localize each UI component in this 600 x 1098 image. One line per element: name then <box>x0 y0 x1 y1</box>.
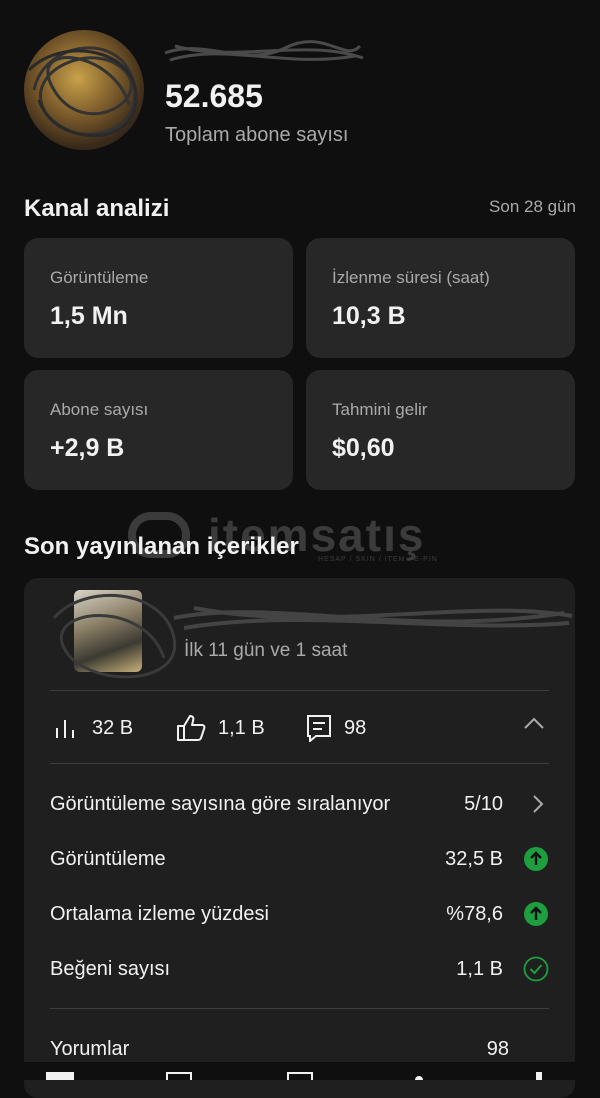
comments-stat: 98 <box>306 713 366 743</box>
arrow-up-circle-icon <box>524 902 548 926</box>
card-subscribers[interactable]: Abone sayısı +2,9 B <box>24 370 293 490</box>
card-value: $0,60 <box>332 434 395 462</box>
divider <box>50 1008 549 1009</box>
row-value: 98 <box>486 1038 509 1060</box>
analytics-period[interactable]: Son 28 gün <box>489 197 576 217</box>
recent-title: Son yayınlanan içerikler <box>24 533 299 560</box>
thumbs-up-icon <box>177 715 206 741</box>
content-icon[interactable] <box>166 1072 192 1080</box>
sort-row[interactable]: Görüntüleme sayısına göre sıralanıyor 5/… <box>50 793 549 823</box>
metric-row-likes: Beğeni sayısı 1,1 B <box>50 956 549 988</box>
row-label: Yorumlar <box>50 1038 130 1060</box>
channel-name <box>165 38 365 68</box>
row-value: 5/10 <box>464 793 503 815</box>
chevron-up-icon <box>524 717 544 729</box>
comments-nav-icon[interactable] <box>415 1076 423 1080</box>
channel-avatar[interactable] <box>24 30 144 150</box>
analytics-title: Kanal analizi <box>24 195 170 222</box>
views-value: 32 B <box>92 716 134 739</box>
row-value: %78,6 <box>446 903 503 925</box>
card-label: Abone sayısı <box>50 400 149 419</box>
scribble-overlay <box>27 46 138 138</box>
comment-icon <box>307 715 331 742</box>
watermark-subtext: HESAP / SKIN / ITEM / E-PIN <box>318 556 438 563</box>
divider <box>50 690 549 691</box>
card-value: 10,3 B <box>332 302 406 330</box>
bottom-navigation <box>0 1062 600 1080</box>
row-label: Görüntüleme <box>50 848 166 870</box>
row-label: Ortalama izleme yüzdesi <box>50 903 269 925</box>
subscriber-count: 52.685 <box>165 78 263 114</box>
analytics-icon[interactable] <box>287 1072 313 1080</box>
row-value: 1,1 B <box>456 958 503 980</box>
video-time-range: İlk 11 gün ve 1 saat <box>184 640 348 661</box>
recent-video-card: İlk 11 gün ve 1 saat 32 B 1,1 B 98 Görün… <box>24 578 575 1098</box>
card-watch-time[interactable]: İzlenme süresi (saat) 10,3 B <box>306 238 575 358</box>
likes-value: 1,1 B <box>218 716 265 739</box>
likes-stat: 1,1 B <box>176 713 265 743</box>
card-views[interactable]: Görüntüleme 1,5 Mn <box>24 238 293 358</box>
card-value: 1,5 Mn <box>50 302 128 330</box>
dashboard-icon[interactable] <box>46 1072 74 1080</box>
arrow-up-circle-icon <box>524 847 548 871</box>
bar-chart-icon <box>56 720 74 738</box>
redaction-scribble <box>165 40 364 62</box>
channel-header: 52.685 Toplam abone sayısı <box>0 0 600 175</box>
subscriber-label: Toplam abone sayısı <box>165 124 349 146</box>
chevron-right-icon <box>533 795 544 813</box>
row-value: 32,5 B <box>445 848 503 870</box>
card-label: İzlenme süresi (saat) <box>332 268 490 287</box>
metric-row-views: Görüntüleme 32,5 B <box>50 847 549 878</box>
earn-icon[interactable] <box>536 1072 542 1080</box>
comments-value: 98 <box>344 716 367 739</box>
redaction-scribble <box>52 593 573 679</box>
card-label: Tahmini gelir <box>332 400 428 419</box>
card-label: Görüntüleme <box>50 268 149 287</box>
collapse-button[interactable] <box>523 716 545 735</box>
check-circle-icon <box>523 956 549 982</box>
metric-row-avg-watch: Ortalama izleme yüzdesi %78,6 <box>50 902 549 933</box>
card-revenue[interactable]: Tahmini gelir $0,60 <box>306 370 575 490</box>
row-label: Görüntüleme sayısına göre sıralanıyor <box>50 793 391 815</box>
views-stat: 32 B <box>54 713 133 743</box>
row-label: Beğeni sayısı <box>50 958 171 980</box>
card-value: +2,9 B <box>50 434 125 462</box>
divider <box>50 763 549 764</box>
